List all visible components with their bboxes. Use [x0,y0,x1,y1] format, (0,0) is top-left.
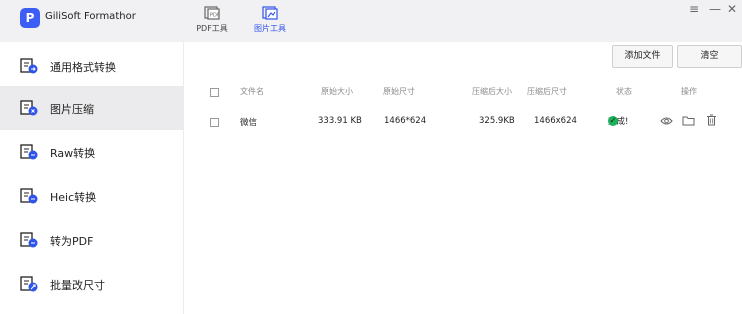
col-orig-size: 原始大小 [321,87,353,96]
table-row: 微信 333.91 KB 1466*624 325.9KB 1466x624 ✓… [184,113,742,133]
title-bar: P GiliSoft Formathor PDF PDF工具 图片工具 ≡ — … [0,0,742,42]
table-header: 文件名 原始大小 原始尺寸 压缩后大小 压缩后尺寸 状态 操作 [184,84,742,104]
sidebar-item-label: Heic转换 [50,191,97,204]
compress-icon [20,100,38,116]
menu-icon[interactable]: ≡ [689,2,699,16]
col-comp-size: 压缩后大小 [472,87,512,96]
minimize-icon[interactable]: — [709,2,721,16]
status-badge: ✓ 完成! [608,115,628,127]
sidebar-item-raw-convert[interactable]: Raw转换 [0,130,183,174]
trash-icon[interactable] [706,114,717,126]
cell-comp-size: 325.9KB [479,116,515,126]
svg-text:PDF: PDF [210,13,220,19]
eye-icon[interactable] [660,116,673,126]
pdf-icon: PDF [204,6,220,20]
sidebar-item-image-compress[interactable]: 图片压缩 [0,86,183,130]
col-comp-dim: 压缩后尺寸 [527,87,567,96]
sidebar-item-label: 转为PDF [50,235,94,248]
col-ops: 操作 [681,87,697,96]
row-checkbox[interactable] [210,118,219,127]
close-icon[interactable]: ✕ [727,2,737,16]
tab-pdf-tools[interactable]: PDF PDF工具 [192,6,232,34]
tab-image-tools-label: 图片工具 [254,24,286,33]
tab-image-tools[interactable]: 图片工具 [250,6,290,34]
col-status: 状态 [616,87,632,96]
col-filename: 文件名 [240,87,264,96]
image-tools-icon [262,6,278,20]
sidebar-item-to-pdf[interactable]: 转为PDF [0,218,183,262]
sidebar-item-format-convert[interactable]: 通用格式转换 [0,44,183,88]
app-logo-icon: P [20,8,40,28]
app-title: GiliSoft Formathor [45,11,136,22]
cell-comp-dim: 1466x624 [534,116,577,126]
cell-filename: 微信 [240,118,258,128]
sidebar: 通用格式转换 图片压缩 Raw转换 Heic转换 转为PDF 批量改尺寸 [0,42,184,314]
sidebar-item-heic-convert[interactable]: Heic转换 [0,174,183,218]
main-panel: 添加文件 清空 文件名 原始大小 原始尺寸 压缩后大小 压缩后尺寸 状态 操作 … [184,42,742,314]
sidebar-item-label: 图片压缩 [50,103,94,116]
sidebar-item-label: 通用格式转换 [50,61,116,74]
folder-icon[interactable] [682,115,695,126]
resize-icon [20,276,38,292]
sidebar-item-label: 批量改尺寸 [50,279,105,292]
clear-button[interactable]: 清空 [677,45,742,68]
tab-pdf-tools-label: PDF工具 [196,24,228,33]
raw-icon [20,144,38,160]
sidebar-item-label: Raw转换 [50,147,96,160]
cell-orig-dim: 1466*624 [384,116,427,126]
col-orig-dim: 原始尺寸 [383,87,415,96]
sidebar-item-batch-resize[interactable]: 批量改尺寸 [0,262,183,306]
convert-icon [20,58,38,74]
heic-icon [20,188,38,204]
to-pdf-icon [20,232,38,248]
cell-orig-size: 333.91 KB [318,116,362,126]
check-icon: ✓ [608,116,618,126]
add-file-button[interactable]: 添加文件 [612,45,673,68]
select-all-checkbox[interactable] [210,88,219,97]
